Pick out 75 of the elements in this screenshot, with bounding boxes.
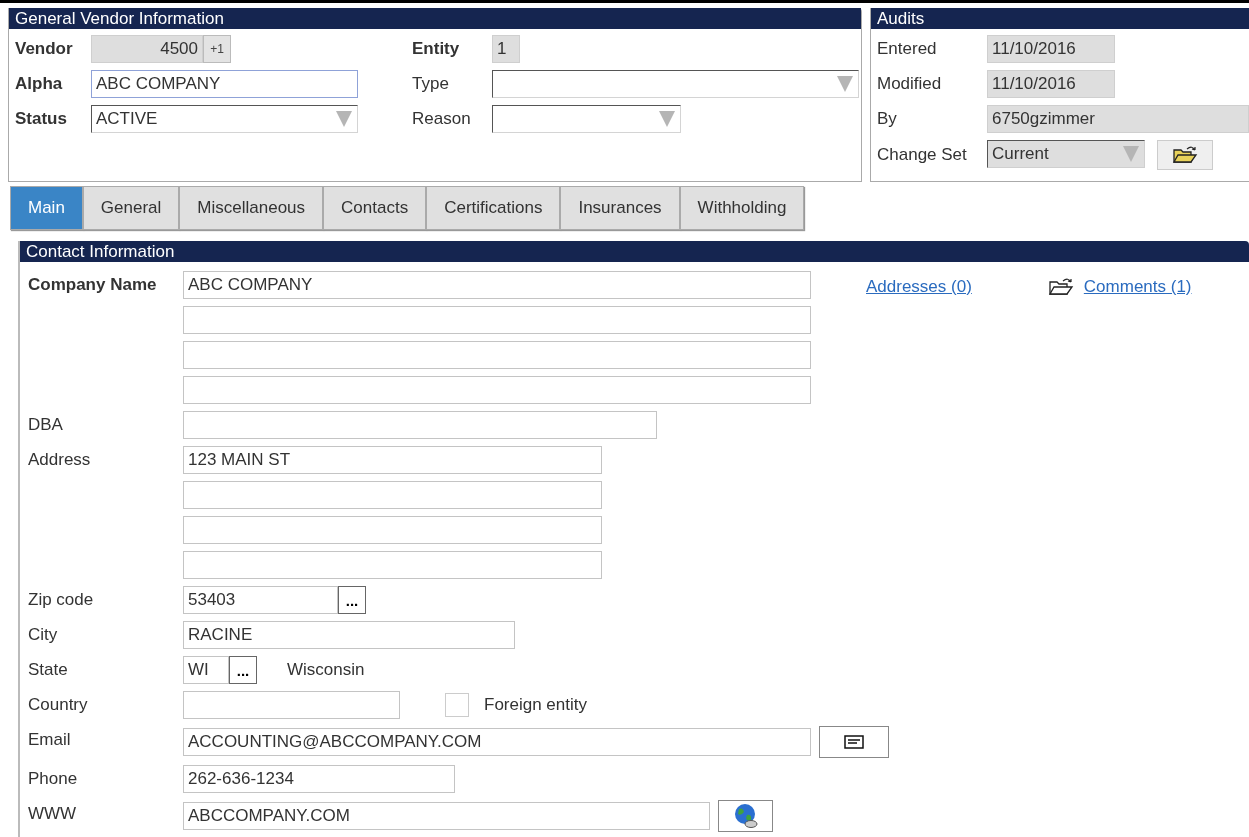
field-label: Reason: [412, 109, 471, 129]
field-label: Vendor: [15, 39, 73, 59]
field-label: Alpha: [15, 74, 63, 94]
readonly-field: 11/10/2016: [987, 70, 1115, 98]
tab[interactable]: Main: [10, 186, 83, 230]
vendor-number-field: 4500: [91, 35, 203, 63]
readonly-field: 6750gzimmer: [987, 105, 1249, 133]
field-label: City: [28, 624, 59, 647]
field-label: State: [28, 659, 69, 682]
field-label: Status: [15, 109, 67, 129]
field-label: WWW: [28, 803, 78, 826]
field-label: Type: [412, 74, 449, 94]
panel-header: General Vendor Information: [9, 8, 861, 29]
input-field[interactable]: [183, 306, 811, 334]
input-field[interactable]: ACCOUNTING@ABCCOMPANY.COM: [183, 728, 811, 756]
field-label: Phone: [28, 768, 79, 791]
input-field[interactable]: [183, 411, 657, 439]
input-field[interactable]: RACINE: [183, 621, 515, 649]
tab[interactable]: Certifications: [426, 186, 561, 230]
checkbox-label: Foreign entity: [484, 694, 587, 717]
input-field[interactable]: [183, 481, 602, 509]
dropdown-arrow-icon[interactable]: [658, 109, 676, 129]
readonly-field: 11/10/2016: [987, 35, 1115, 63]
dropdown-field[interactable]: Current: [987, 140, 1145, 168]
panel-header: Audits: [871, 8, 1249, 29]
dropdown-arrow-icon[interactable]: [335, 109, 353, 129]
dropdown-field[interactable]: [492, 105, 681, 133]
tab[interactable]: Contacts: [323, 186, 427, 230]
field-label: Change Set: [877, 145, 967, 165]
field-label: By: [877, 109, 897, 129]
tab[interactable]: Withholding: [679, 186, 805, 230]
dropdown-field[interactable]: ACTIVE: [91, 105, 358, 133]
field-label: Entered: [877, 39, 937, 59]
lookup-button[interactable]: ...: [338, 586, 366, 614]
state-name: Wisconsin: [287, 659, 365, 682]
input-field[interactable]: ABCCOMPANY.COM: [183, 802, 710, 830]
message-icon: [844, 735, 864, 749]
input-field[interactable]: WI: [183, 656, 229, 684]
field-label: Zip code: [28, 589, 95, 612]
input-field[interactable]: [183, 376, 811, 404]
send-email-button[interactable]: [819, 726, 889, 758]
link[interactable]: Addresses (0): [866, 274, 972, 300]
field-label: Country: [28, 694, 89, 717]
tab[interactable]: General: [82, 186, 180, 230]
input-field[interactable]: ABC COMPANY: [91, 70, 358, 98]
input-field[interactable]: [183, 551, 602, 579]
open-folder-button[interactable]: [1157, 140, 1213, 170]
tab[interactable]: Insurances: [560, 186, 680, 230]
dropdown-arrow-icon[interactable]: [836, 74, 854, 94]
lookup-button[interactable]: ...: [229, 656, 257, 684]
field-label: Company Name: [28, 274, 158, 297]
input-field[interactable]: 123 MAIN ST: [183, 446, 602, 474]
input-field[interactable]: [183, 691, 400, 719]
checkbox[interactable]: [445, 693, 469, 717]
field-label: DBA: [28, 414, 64, 437]
open-website-button[interactable]: [718, 800, 773, 832]
increment-button[interactable]: +1: [203, 35, 231, 63]
dropdown-field[interactable]: [492, 70, 859, 98]
dropdown-value: Current: [992, 143, 1049, 166]
open-folder-icon: [1172, 145, 1198, 165]
field-label: Entity: [412, 39, 460, 59]
field-label: Email: [28, 729, 72, 752]
panel-header: Contact Information: [20, 241, 1249, 262]
dropdown-value: ACTIVE: [96, 108, 158, 131]
input-field[interactable]: [183, 516, 602, 544]
input-field[interactable]: [183, 341, 811, 369]
field-label: Modified: [877, 74, 942, 94]
link[interactable]: Comments (1): [1083, 274, 1192, 300]
dropdown-arrow-icon[interactable]: [1122, 144, 1140, 164]
tab[interactable]: Miscellaneous: [179, 186, 324, 230]
input-field[interactable]: 53403: [183, 586, 338, 614]
input-field[interactable]: 262-636-1234: [183, 765, 455, 793]
readonly-field: 1: [492, 35, 520, 63]
input-field[interactable]: ABC COMPANY: [183, 271, 811, 299]
field-label: Address: [28, 449, 92, 472]
